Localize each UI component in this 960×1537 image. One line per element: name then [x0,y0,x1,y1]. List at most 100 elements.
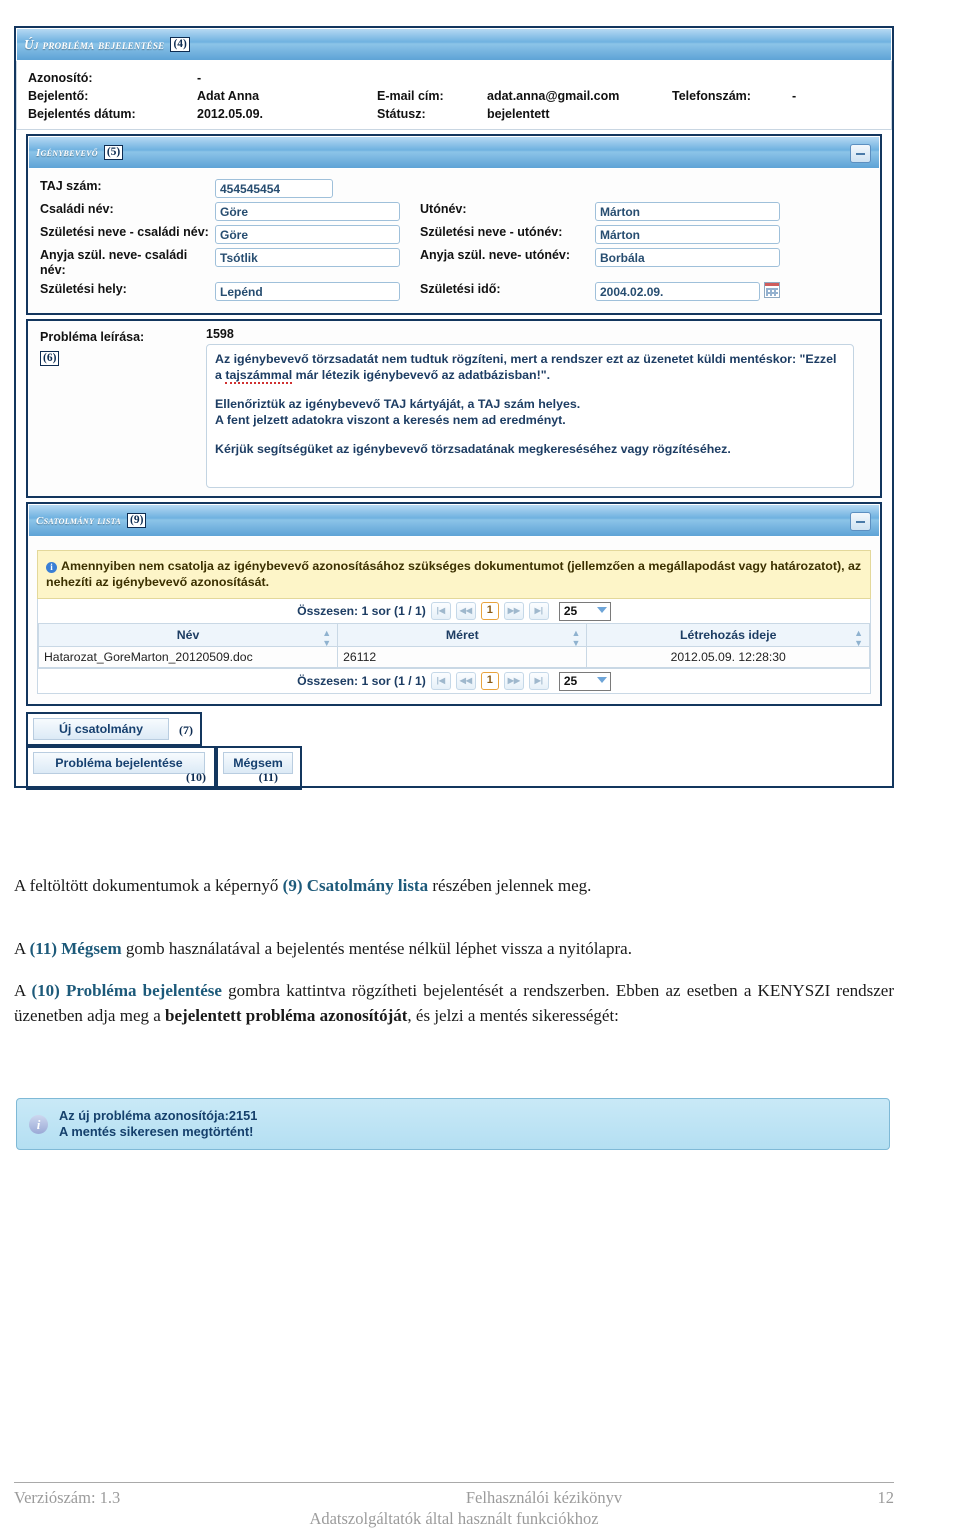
identifier-label: Azonosító: [28,71,93,85]
first-page-icon[interactable]: |◀ [430,602,451,620]
success-message-line-1: Az új probléma azonosítója:2151 [59,1108,258,1123]
sort-icon[interactable]: ▲ ▼ [572,628,581,648]
birth-lastname-input[interactable]: Göre [215,225,400,244]
pager-top: Összesen: 1 sor (1 / 1) |◀ ◀◀ 1 ▶▶ ▶| 25 [38,599,870,624]
pager-summary: Összesen: 1 sor (1 / 1) [297,604,426,618]
last-page-icon[interactable]: ▶| [528,672,549,690]
page-size-select[interactable]: 25 [558,671,611,691]
birthdate-label: Születési idő: [420,282,501,296]
footer-version: Verziószám: 1.3 [14,1488,121,1507]
minus-icon[interactable] [850,144,871,163]
sort-icon[interactable]: ▲ ▼ [854,628,863,648]
current-page-button[interactable]: 1 [480,672,499,690]
first-page-icon[interactable]: |◀ [430,672,451,690]
page-size-select[interactable]: 25 [558,601,611,621]
taj-input[interactable]: 454545454 [215,179,333,198]
new-attachment-button[interactable]: Új csatolmány [33,718,169,740]
reporter-value: Adat Anna [197,89,260,103]
field-row-taj: TAJ szám: 454545454 [28,177,880,200]
problem-description-textarea[interactable]: Az igénybevevő törzsadatát nem tudtuk rö… [206,344,854,488]
email-label: E-mail cím: [377,89,444,103]
attachment-list-panel: Csatolmány lista (9) i Amennyiben nem csa… [26,502,882,706]
firstname-input[interactable]: Márton [595,202,780,221]
character-count: 1598 [206,327,234,341]
next-page-icon[interactable]: ▶▶ [503,672,524,690]
lastname-input[interactable]: Göre [215,202,400,221]
annotation-5: (5) [103,145,124,160]
calendar-icon[interactable] [764,282,780,298]
email-value: adat.anna@gmail.com [487,89,620,103]
problem-paragraph-2: Ellenőriztük az igénybevevő TAJ kártyájá… [215,396,845,428]
table-row[interactable]: Hatarozat_GoreMarton_20120509.doc 26112 … [37,646,870,668]
column-header-size[interactable]: Méret ▲ ▼ [337,624,588,648]
chevron-down-icon [596,676,607,683]
phone-value: - [792,89,797,103]
annotation-box-10: Probléma bejelentése (10) [26,746,216,790]
report-problem-button[interactable]: Probléma bejelentése [33,752,205,774]
sort-icon[interactable]: ▲ ▼ [322,628,331,648]
pager-summary: Összesen: 1 sor (1 / 1) [297,674,426,688]
table-header-row: Név ▲ ▼ Méret ▲ ▼ Létrehozás ideje ▲ ▼ [37,624,870,648]
firstname-label: Utónév: [420,202,467,216]
attachment-warning: i Amennyiben nem csatolja az igénybevevő … [37,550,871,599]
problem-paragraph-3: Kérjük segítségüket az igénybevevő törzs… [215,442,731,456]
footer-title: Felhasználói kézikönyv [465,1488,623,1507]
success-message-text: Az új probléma azonosítója:2151 A mentés… [59,1108,257,1140]
prev-page-icon[interactable]: ◀◀ [455,672,476,690]
prev-page-icon[interactable]: ◀◀ [455,602,476,620]
field-row-lastname: Családi név: Göre Utónév: Márton [28,200,880,223]
mother-lastname-input[interactable]: Tsótlik [215,248,400,267]
header-row-date: Bejelentés dátum: 2012.05.09. Státusz: b… [17,105,891,123]
para3-bold: bejelentett probléma azonosítóját [165,1006,408,1025]
para3-part-c: , és jelzi a mentés sikerességét: [407,1006,619,1025]
beneficiary-panel: Igénybevevő (5) TAJ szám: 454545454 Csal… [26,134,882,315]
annotation-box-11: Mégsem (11) [216,746,302,790]
status-badge: bejelentett [487,107,550,121]
window-title-bar: Új probléma bejelentése (4) [16,28,892,61]
paragraph-2: A (11) Mégsem gomb használatával a bejel… [14,936,894,961]
annotation-9: (9) [126,513,147,528]
problem-paragraph-1: Az igénybevevő törzsadatát nem tudtuk rö… [215,352,837,384]
minus-icon[interactable] [850,512,871,531]
cell-file-size: 26112 [337,646,588,668]
beneficiary-title-bar: Igénybevevő (5) [28,136,880,169]
annotation-10: (10) [186,770,206,784]
column-header-name[interactable]: Név ▲ ▼ [37,624,339,648]
birth-firstname-label: Születési neve - utónév: [420,225,563,239]
footer-subtitle: Adatszolgáltatók által használt funkciók… [309,1509,599,1528]
status-label: Státusz: [377,107,426,121]
header-row-reporter: Bejelentő: Adat Anna E-mail cím: adat.an… [17,87,891,105]
attachment-title: Csatolmány lista [36,514,121,527]
info-icon: i [29,1114,48,1134]
birthdate-input[interactable]: 2004.02.09. [595,282,760,301]
birth-firstname-input[interactable]: Márton [595,225,780,244]
para3-highlight: (10) Probléma bejelentése [31,981,222,1000]
problem-paragraph-2-line-1: Ellenőriztük az igénybevevő TAJ kártyájá… [215,397,581,411]
birthplace-label: Születési hely: [40,282,127,296]
paragraph-3: A (10) Probléma bejelentése gombra katti… [14,978,894,1028]
para1-part-b: részében jelennek meg. [428,876,592,895]
reporter-label: Bejelentő: [28,89,89,103]
lastname-label: Családi név: [40,202,114,216]
report-header-info: Azonosító: - Bejelentő: Adat Anna E-mail… [16,61,892,130]
mother-firstname-input[interactable]: Borbála [595,248,780,267]
attachment-warning-text: Amennyiben nem csatolja az igénybevevő a… [46,559,862,589]
para2-part-b: gomb használatával a bejelentés mentése … [121,939,632,958]
taj-label: TAJ szám: [40,179,102,193]
info-icon: i [46,562,57,573]
problem-paragraph-2-line-2: A fent jelzett adatokra viszont a keresé… [215,413,566,427]
action-buttons-area: Új csatolmány (7) Probléma bejelentése (… [16,706,892,790]
para1-highlight: (9) Csatolmány lista [282,876,429,895]
problem-description-label-block: Probléma leírása: (6) [28,327,206,488]
chevron-down-icon [596,606,607,613]
annotation-box-7: Új csatolmány (7) [26,712,202,746]
page-title: Új probléma bejelentése [24,36,165,52]
last-page-icon[interactable]: ▶| [528,602,549,620]
next-page-icon[interactable]: ▶▶ [503,602,524,620]
birthplace-input[interactable]: Lepénd [215,282,400,301]
report-date-value: 2012.05.09. [197,107,264,121]
current-page-button[interactable]: 1 [480,602,499,620]
column-header-created[interactable]: Létrehozás ideje ▲ ▼ [586,624,870,648]
page-size-value: 25 [563,674,578,688]
attachment-title-bar: Csatolmány lista (9) [28,504,880,537]
